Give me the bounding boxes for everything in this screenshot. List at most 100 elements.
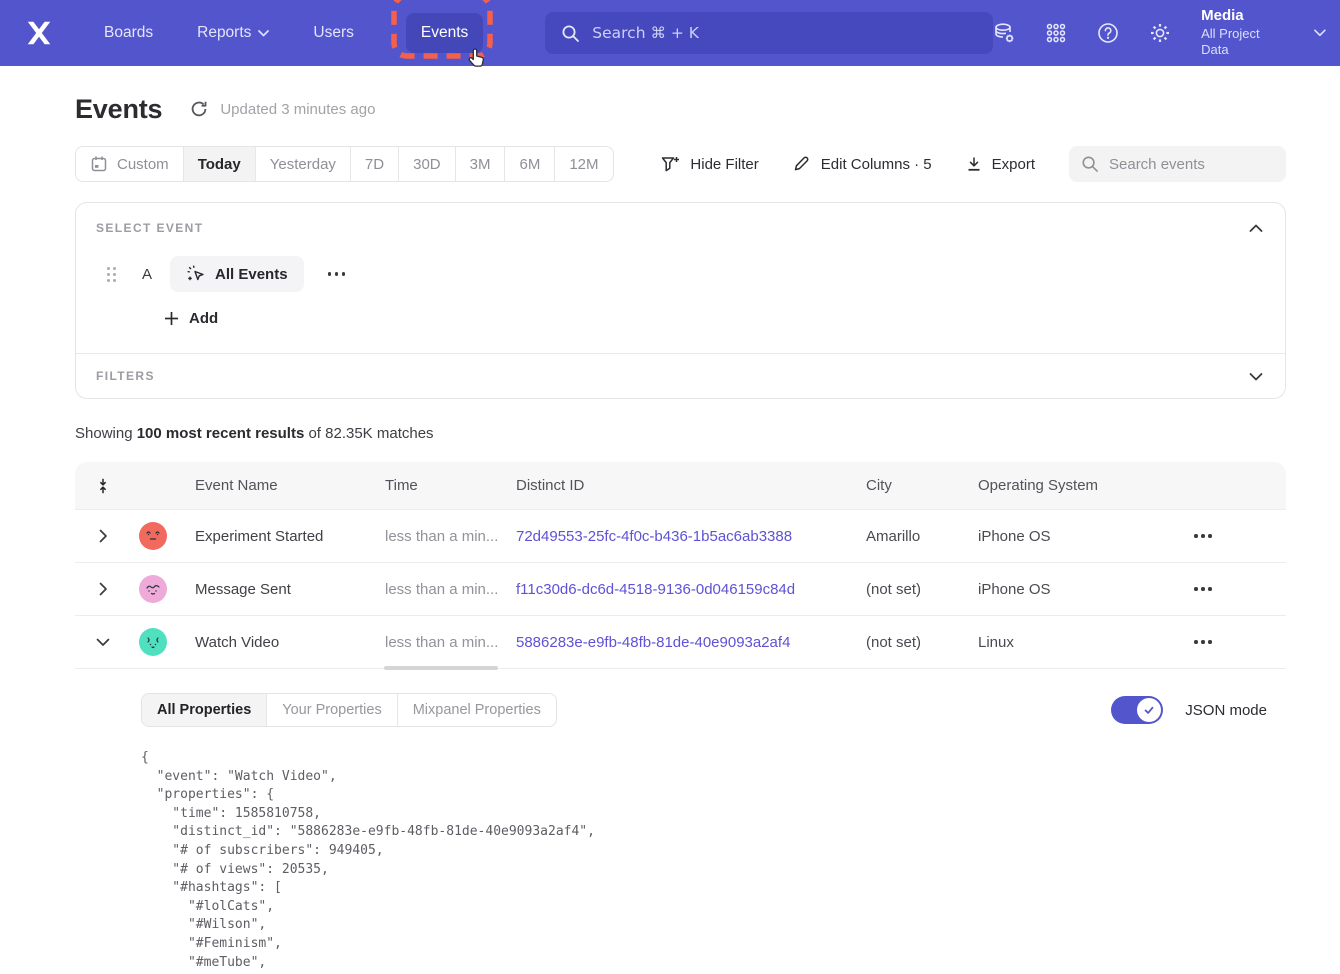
add-event-button[interactable]: Add bbox=[164, 310, 1265, 327]
date-range-6m[interactable]: 6M bbox=[505, 147, 555, 181]
table-row[interactable]: Message Sent less than a min... f11c30d6… bbox=[75, 563, 1286, 616]
collapse-all-rows-icon[interactable] bbox=[96, 478, 110, 494]
results-summary: Showing 100 most recent results of 82.35… bbox=[75, 425, 1286, 442]
event-avatar bbox=[139, 522, 167, 550]
page-header: Events Updated 3 minutes ago bbox=[75, 92, 1286, 126]
time-cell: less than a min... bbox=[385, 581, 516, 598]
data-management-icon[interactable] bbox=[993, 22, 1015, 44]
json-mode-toggle[interactable] bbox=[1111, 696, 1163, 724]
date-range-label: Yesterday bbox=[270, 156, 336, 173]
search-events-placeholder: Search events bbox=[1109, 156, 1205, 173]
row-more-icon[interactable] bbox=[1188, 581, 1286, 597]
event-selector-label: All Events bbox=[215, 266, 288, 283]
column-header-distinct-id[interactable]: Distinct ID bbox=[516, 477, 866, 494]
row-more-icon[interactable] bbox=[1188, 634, 1286, 650]
date-range-custom[interactable]: Custom bbox=[76, 147, 184, 181]
date-range-yesterday[interactable]: Yesterday bbox=[256, 147, 351, 181]
date-range-3m[interactable]: 3M bbox=[456, 147, 506, 181]
query-builder-panel: SELECT EVENT A bbox=[75, 202, 1286, 399]
export-button[interactable]: Export bbox=[966, 156, 1035, 173]
distinct-id-link[interactable]: 5886283e-e9fb-48fb-81de-40e9093a2af4 bbox=[516, 634, 866, 651]
os-cell: iPhone OS bbox=[978, 528, 1150, 545]
nav-item-boards[interactable]: Boards bbox=[104, 24, 153, 42]
event-row-letter: A bbox=[142, 266, 152, 283]
collapse-row-icon[interactable] bbox=[75, 638, 131, 647]
collapse-section-icon[interactable] bbox=[1247, 222, 1265, 235]
date-range-today[interactable]: Today bbox=[184, 147, 256, 181]
date-range-label: 7D bbox=[365, 156, 384, 173]
chevron-down-icon bbox=[258, 30, 269, 37]
mixpanel-logo[interactable] bbox=[24, 20, 54, 46]
nav-item-label: Reports bbox=[197, 24, 251, 42]
distinct-id-link[interactable]: f11c30d6-dc6d-4518-9136-0d046159c84d bbox=[516, 581, 866, 598]
search-events-input[interactable]: Search events bbox=[1069, 146, 1286, 182]
city-cell: (not set) bbox=[866, 581, 978, 598]
event-name-cell: Experiment Started bbox=[181, 528, 385, 545]
time-cell: less than a min... bbox=[385, 634, 516, 651]
table-row[interactable]: Experiment Started less than a min... 72… bbox=[75, 510, 1286, 563]
event-avatar bbox=[139, 575, 167, 603]
filters-section: FILTERS bbox=[76, 354, 1285, 398]
nav-item-events-wrap: Events bbox=[406, 13, 483, 53]
primary-nav: Boards Reports Users Events bbox=[104, 13, 483, 53]
tab-mixpanel-properties[interactable]: Mixpanel Properties bbox=[398, 694, 556, 726]
hand-cursor-icon bbox=[467, 47, 487, 69]
refresh-icon[interactable] bbox=[190, 100, 208, 118]
distinct-id-link[interactable]: 72d49553-25fc-4f0c-b436-1b5ac6ab3388 bbox=[516, 528, 866, 545]
add-event-label: Add bbox=[189, 310, 218, 327]
drag-handle-icon[interactable] bbox=[106, 266, 117, 283]
date-range-7d[interactable]: 7D bbox=[351, 147, 399, 181]
event-detail-panel: All Properties Your Properties Mixpanel … bbox=[75, 669, 1286, 974]
settings-gear-icon[interactable] bbox=[1149, 22, 1171, 44]
horizontal-scrollbar-thumb[interactable] bbox=[384, 666, 498, 670]
project-switcher[interactable]: Media All Project Data bbox=[1201, 7, 1282, 58]
tab-all-properties[interactable]: All Properties bbox=[142, 694, 267, 726]
date-range-12m[interactable]: 12M bbox=[555, 147, 612, 181]
toolbar: Custom Today Yesterday 7D 30D 3M 6M 12M … bbox=[75, 146, 1286, 182]
os-cell: Linux bbox=[978, 634, 1150, 651]
results-suffix: of 82.35K matches bbox=[304, 425, 433, 442]
os-cell: iPhone OS bbox=[978, 581, 1150, 598]
tab-your-properties[interactable]: Your Properties bbox=[267, 694, 397, 726]
hide-filter-button[interactable]: Hide Filter bbox=[661, 155, 758, 173]
nav-item-users[interactable]: Users bbox=[313, 24, 353, 42]
nav-item-label: Users bbox=[313, 24, 353, 42]
column-header-city[interactable]: City bbox=[866, 477, 978, 494]
expand-row-icon[interactable] bbox=[75, 582, 131, 596]
column-header-event-name[interactable]: Event Name bbox=[181, 477, 385, 494]
column-header-os[interactable]: Operating System bbox=[978, 477, 1150, 494]
expand-section-icon[interactable] bbox=[1247, 370, 1265, 383]
global-search-placeholder: Search ⌘ + K bbox=[592, 24, 699, 42]
apps-grid-icon[interactable] bbox=[1045, 22, 1067, 44]
date-range-label: 30D bbox=[413, 156, 441, 173]
date-range-segmented-control: Custom Today Yesterday 7D 30D 3M 6M 12M bbox=[75, 146, 614, 182]
event-row-more-icon[interactable] bbox=[322, 266, 352, 282]
time-cell: less than a min... bbox=[385, 528, 516, 545]
table-row-expanded[interactable]: Watch Video less than a min... 5886283e-… bbox=[75, 616, 1286, 669]
event-name-cell: Message Sent bbox=[181, 581, 385, 598]
filters-label: FILTERS bbox=[96, 369, 155, 383]
row-more-icon[interactable] bbox=[1188, 528, 1286, 544]
event-avatar bbox=[139, 628, 167, 656]
events-table: Event Name Time Distinct ID City Operati… bbox=[75, 462, 1286, 974]
help-icon[interactable] bbox=[1097, 22, 1119, 44]
event-selector-chip[interactable]: All Events bbox=[170, 256, 304, 292]
column-header-time[interactable]: Time bbox=[385, 477, 516, 494]
project-scope: All Project Data bbox=[1201, 26, 1282, 59]
chevron-down-icon bbox=[1314, 29, 1326, 37]
date-range-label: Custom bbox=[117, 156, 169, 173]
expand-row-icon[interactable] bbox=[75, 529, 131, 543]
edit-columns-button[interactable]: Edit Columns · 5 bbox=[793, 155, 932, 173]
event-json-view: { "event": "Watch Video", "properties": … bbox=[141, 749, 1286, 974]
toggle-knob bbox=[1137, 698, 1161, 722]
nav-item-label: Boards bbox=[104, 24, 153, 42]
json-mode-label: JSON mode bbox=[1185, 702, 1267, 719]
json-mode-control: JSON mode bbox=[1111, 696, 1267, 724]
city-cell: Amarillo bbox=[866, 528, 978, 545]
project-name: Media bbox=[1201, 7, 1282, 26]
global-search-input[interactable]: Search ⌘ + K bbox=[545, 12, 993, 54]
top-navbar: Boards Reports Users Events Search ⌘ + K bbox=[0, 0, 1340, 66]
event-name-cell: Watch Video bbox=[181, 634, 385, 651]
date-range-30d[interactable]: 30D bbox=[399, 147, 456, 181]
nav-item-reports[interactable]: Reports bbox=[197, 24, 269, 42]
